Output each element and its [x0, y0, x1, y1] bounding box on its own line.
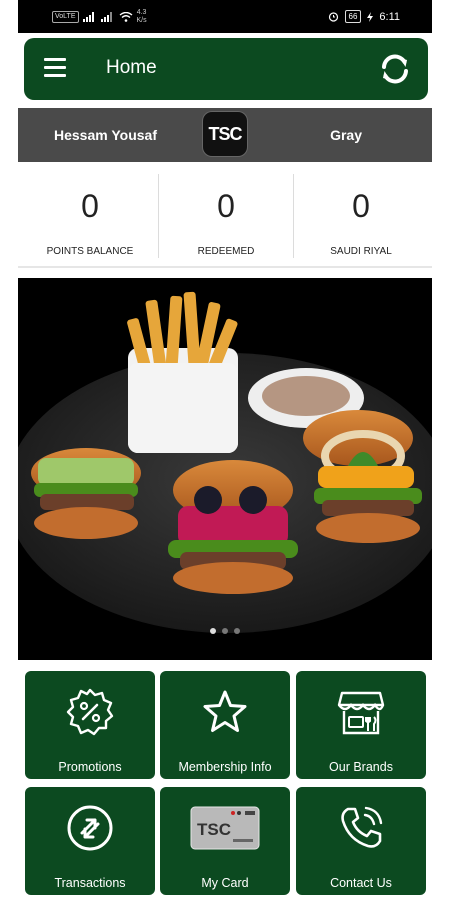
stat-label: SAUDI RIYAL [330, 246, 392, 257]
our-brands-tile[interactable]: Our Brands [296, 671, 426, 779]
signal-icon-2 [100, 12, 112, 22]
stat-saudi-riyal: 0 SAUDI RIYAL [293, 164, 429, 266]
app-bar: Home [24, 38, 428, 100]
refresh-icon [382, 54, 408, 84]
menu-button[interactable] [44, 58, 66, 78]
stats-panel: 0 POINTS BALANCE 0 REDEEMED 0 SAUDI RIYA… [18, 164, 432, 268]
phone-ringing-icon [341, 806, 383, 848]
exchange-arrows-icon [67, 805, 113, 851]
stat-label: POINTS BALANCE [46, 246, 134, 257]
carousel-dot[interactable] [222, 628, 228, 634]
transactions-tile[interactable]: Transactions [25, 787, 155, 895]
tile-label: Promotions [58, 760, 122, 774]
clock: 6:11 [379, 10, 400, 23]
svg-text:TSC: TSC [197, 820, 231, 839]
tile-label: My Card [201, 876, 249, 890]
stat-value: 0 [352, 188, 370, 224]
membership-info-tile[interactable]: Membership Info [160, 671, 290, 779]
star-icon [203, 690, 247, 732]
wifi-icon [119, 12, 132, 22]
banner-burgers-image [18, 291, 432, 633]
carousel-indicator [18, 628, 432, 634]
carousel-dot[interactable] [234, 628, 240, 634]
tile-label: Transactions [54, 876, 126, 890]
stat-redeemed: 0 REDEEMED [158, 164, 294, 266]
volte-badge: VoLTE [52, 11, 79, 23]
brand-logo: TSC [203, 112, 247, 156]
store-icon [337, 691, 385, 735]
stat-points-balance: 0 POINTS BALANCE [22, 164, 158, 266]
refresh-button[interactable] [376, 50, 414, 88]
tile-label: Our Brands [329, 760, 393, 774]
hamburger-icon-bar [44, 74, 66, 77]
stat-value: 0 [217, 188, 235, 224]
stat-value: 0 [81, 188, 99, 224]
status-bar: VoLTE 4.3 K/s 66 6:11 [18, 0, 432, 33]
membership-tier: Gray [330, 127, 362, 143]
discount-badge-icon [66, 688, 114, 736]
charging-icon [367, 11, 374, 22]
page-title: Home [106, 57, 157, 78]
carousel-dot[interactable] [210, 628, 216, 634]
promotions-tile[interactable]: Promotions [25, 671, 155, 779]
status-bar-right: 66 6:11 [328, 10, 400, 23]
contact-us-tile[interactable]: Contact Us [296, 787, 426, 895]
signal-icon [82, 12, 94, 22]
alarm-icon [328, 12, 338, 22]
card-image: TSC [190, 806, 260, 850]
hamburger-icon-bar [44, 66, 66, 69]
my-card-tile[interactable]: TSC My Card [160, 787, 290, 895]
status-bar-left: VoLTE 4.3 K/s [52, 9, 147, 25]
tile-label: Membership Info [178, 760, 272, 774]
user-bar: Hessam Yousaf TSC Gray [18, 108, 432, 162]
promo-banner-carousel[interactable] [18, 278, 432, 660]
user-name: Hessam Yousaf [54, 127, 157, 143]
battery-level: 66 [344, 10, 362, 23]
tile-label: Contact Us [330, 876, 392, 890]
stat-label: REDEEMED [197, 246, 255, 257]
hamburger-icon-bar [44, 58, 66, 61]
network-speed: 4.3 K/s [136, 9, 147, 24]
